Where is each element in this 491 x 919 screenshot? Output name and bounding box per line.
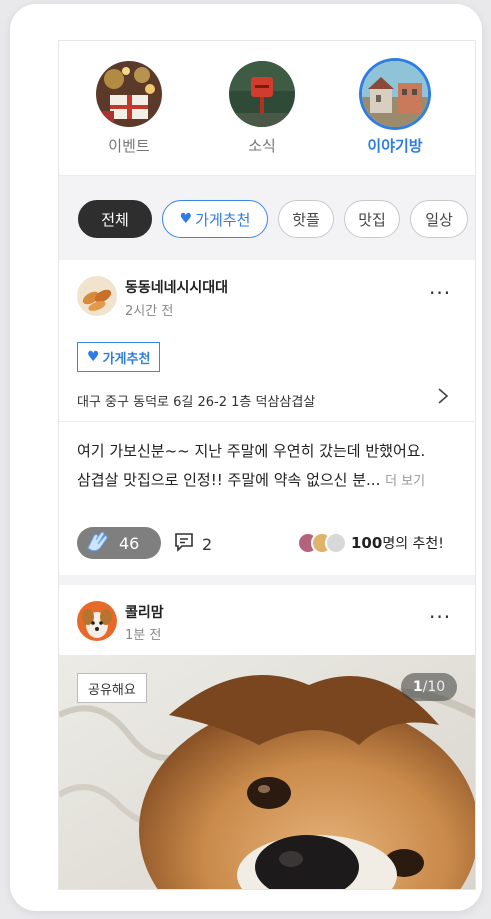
store-recommend-tag: ♥ 가게추천	[77, 342, 161, 372]
heart-icon: ♥	[179, 211, 193, 227]
recommender-avatars	[297, 532, 347, 554]
more-options-icon[interactable]: ···	[429, 605, 451, 629]
clap-hands-icon	[85, 530, 111, 556]
heart-icon: ♥	[87, 349, 100, 365]
post-body-line-1: 여기 가보신분~~ 지난 주말에 우연히 갔는데 반했어요.	[77, 442, 426, 460]
post-time: 2시간 전	[125, 304, 174, 319]
filter-chip-store-recommend-label: 가게추천	[195, 210, 251, 229]
comment-icon	[174, 532, 194, 556]
photo-page-counter: 1 /10	[401, 673, 457, 701]
filter-chip-hot-place[interactable]: 핫플	[278, 200, 334, 238]
post-photo[interactable]: 공유해요 1 /10	[59, 655, 475, 889]
category-event[interactable]: 이벤트	[84, 61, 174, 156]
filter-bar: 전체 ♥ 가게추천 핫플 맛집 일상	[59, 176, 475, 260]
story-room-icon	[362, 61, 428, 127]
post-body[interactable]: 여기 가보신분~~ 지난 주말에 우연히 갔는데 반했어요. 삼겹살 맛집으로 …	[77, 437, 467, 496]
filter-chip-restaurant[interactable]: 맛집	[344, 200, 400, 238]
photo-page-total: /10	[422, 679, 446, 695]
filter-chip-store-recommend[interactable]: ♥ 가게추천	[162, 200, 268, 238]
post-body-line-2: 삼겹살 맛집으로 인정!! 주말에 약속 없으신 분... 더 보기	[77, 466, 467, 496]
phone-card: 이벤트 소식 이야기방 전체 ♥ 가게추천 핫플 맛집 일상 동동네네시시대대 …	[10, 4, 482, 911]
store-address[interactable]: 대구 중구 동덕로 6길 26-2 1층 덕삼삼겹살	[77, 391, 315, 410]
see-more-link[interactable]: 더 보기	[385, 474, 425, 489]
recommend-summary[interactable]: 100 명의 추천!	[297, 532, 444, 554]
filter-chip-hot-place-label: 핫플	[292, 210, 320, 229]
mailbox-news-icon	[229, 61, 295, 127]
filter-chip-all[interactable]: 전체	[78, 200, 152, 238]
post-author[interactable]: 콜리맘	[125, 602, 164, 622]
store-recommend-tag-label: 가게추천	[102, 351, 151, 367]
recommend-number: 100	[351, 534, 383, 552]
post-divider	[59, 421, 475, 422]
avatar	[325, 532, 347, 554]
post-author[interactable]: 동동네네시시대대	[125, 277, 228, 297]
category-label-news: 소식	[248, 137, 276, 155]
gift-box-event-icon	[96, 61, 162, 127]
post-time: 1분 전	[125, 628, 162, 643]
clap-button[interactable]: 46	[77, 527, 161, 559]
clap-count: 46	[119, 533, 140, 553]
post-body-line-2-text: 삼겹살 맛집으로 인정!! 주말에 약속 없으신 분...	[77, 471, 381, 489]
category-nav: 이벤트 소식 이야기방	[59, 41, 475, 175]
comment-button[interactable]: 2	[174, 532, 212, 556]
category-news[interactable]: 소식	[217, 61, 307, 156]
post-separator	[59, 575, 475, 585]
filter-chip-restaurant-label: 맛집	[358, 210, 386, 229]
category-story-room[interactable]: 이야기방	[350, 61, 440, 156]
category-label-event: 이벤트	[108, 137, 150, 155]
comment-count: 2	[202, 534, 213, 554]
avatar[interactable]	[77, 601, 117, 641]
recommend-suffix: 명의 추천!	[382, 536, 444, 552]
avatar[interactable]	[77, 276, 117, 316]
category-label-story-room: 이야기방	[367, 137, 423, 155]
filter-chip-all-label: 전체	[101, 210, 129, 229]
share-tag: 공유해요	[77, 673, 147, 703]
chevron-right-icon[interactable]	[437, 387, 449, 409]
more-options-icon[interactable]: ···	[429, 281, 451, 305]
photo-page-current: 1	[412, 679, 423, 695]
feed-screen: 이벤트 소식 이야기방 전체 ♥ 가게추천 핫플 맛집 일상 동동네네시시대대 …	[58, 40, 476, 890]
filter-chip-daily[interactable]: 일상	[410, 200, 468, 238]
filter-chip-daily-label: 일상	[425, 210, 453, 229]
